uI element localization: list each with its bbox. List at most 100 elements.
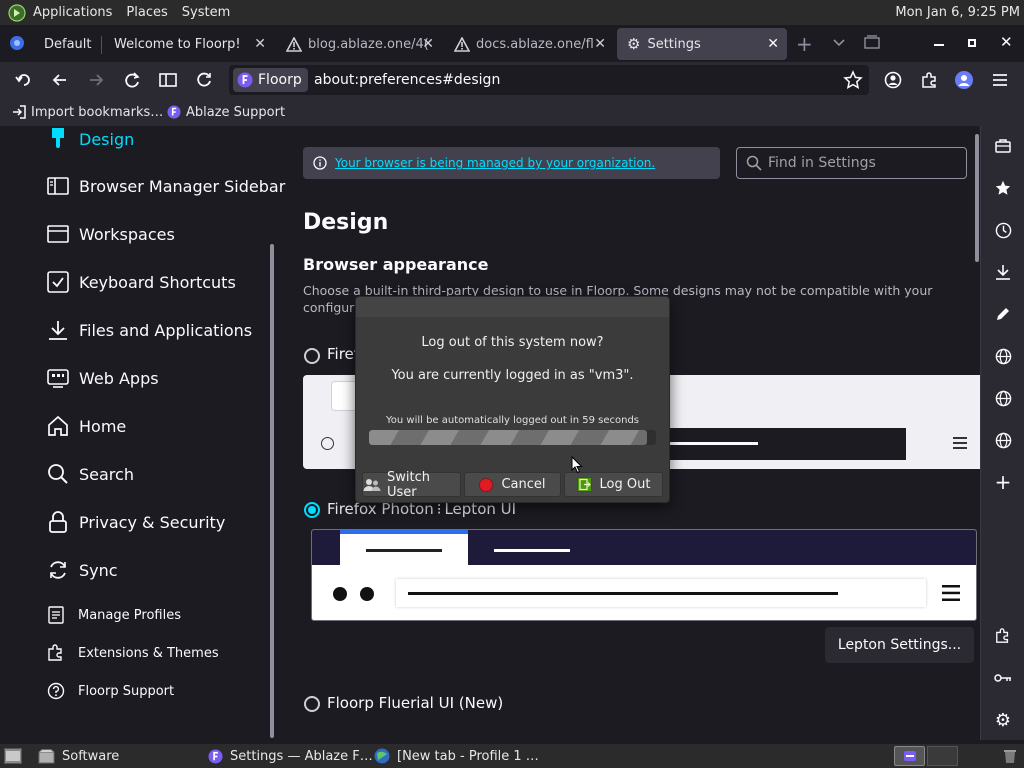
sidebar-item-floorp-support[interactable]: Floorp Support — [46, 681, 174, 701]
sidebar-item-workspaces[interactable]: Workspaces — [46, 222, 175, 246]
account-icon[interactable] — [881, 68, 905, 92]
sidebar-item-web-apps[interactable]: Web Apps — [46, 366, 159, 390]
home-icon — [46, 414, 70, 438]
taskbar-item-label: Settings — Ablaze F… — [230, 748, 373, 764]
sidebar-item-keyboard-shortcuts[interactable]: Keyboard Shortcuts — [46, 270, 236, 294]
window-close-icon[interactable]: ✕ — [1000, 33, 1013, 51]
policies-link[interactable]: Your browser is being managed by your or… — [335, 156, 655, 170]
lepton-settings-button[interactable]: Lepton Settings... — [825, 627, 974, 663]
tab-settings[interactable]: ⚙ Settings ✕ — [617, 28, 787, 60]
tab-blog[interactable]: blog.ablaze.one/4( ✕ — [276, 28, 442, 60]
close-tab-icon[interactable]: ✕ — [254, 36, 266, 52]
places-menu[interactable]: Places — [119, 0, 174, 25]
tab-manager-icon[interactable] — [864, 35, 880, 49]
applications-menu[interactable]: Applications — [0, 0, 119, 25]
floorp-logo-icon — [167, 105, 181, 119]
url-text[interactable]: about:preferences#design — [314, 65, 500, 95]
sidebar-item-browser-manager-sidebar[interactable]: Browser Manager Sidebar — [46, 174, 285, 198]
sidebar-scrollbar[interactable] — [270, 244, 274, 738]
globe-icon[interactable] — [991, 428, 1015, 452]
sidebar-item-home[interactable]: Home — [46, 414, 126, 438]
dialog-titlebar[interactable] — [356, 297, 669, 317]
sidebar-item-design[interactable]: Design — [46, 127, 134, 151]
sidebar-item-manage-profiles[interactable]: Manage Profiles — [46, 605, 181, 625]
design-option-fluerial-radio[interactable] — [304, 696, 320, 712]
panel-clock[interactable]: Mon Jan 6, 9:25 PM — [895, 0, 1020, 25]
extensions-puzzle-icon[interactable] — [917, 68, 941, 92]
sidebar-item-files-and-applications[interactable]: Files and Applications — [46, 318, 252, 342]
workspace-switcher[interactable] — [894, 746, 925, 766]
find-in-settings-input[interactable]: Find in Settings — [736, 147, 967, 179]
sidebar-item-sync[interactable]: Sync — [46, 558, 118, 582]
workspace-empty[interactable] — [927, 746, 958, 766]
bookmark-star-icon[interactable] — [843, 70, 863, 90]
hamburger-menu-icon[interactable] — [988, 68, 1012, 92]
tab-default[interactable]: Default — [34, 28, 100, 60]
floorp-logo-icon — [237, 72, 253, 88]
sidebar-item-label: Home — [79, 416, 127, 436]
globe-icon[interactable] — [991, 386, 1015, 410]
url-bar[interactable]: Floorp about:preferences#design — [229, 65, 869, 95]
system-menu[interactable]: System — [175, 0, 237, 25]
switch-user-button[interactable]: Switch User — [362, 470, 461, 500]
sidebar-item-label: Search — [79, 464, 134, 484]
settings-gear-icon[interactable]: ⚙ — [991, 708, 1015, 732]
undo-close-tab-icon[interactable] — [12, 68, 36, 92]
add-panel-plus-icon[interactable]: + — [991, 470, 1015, 494]
tab-docs[interactable]: docs.ablaze.one/fl ✕ — [444, 28, 614, 60]
log-out-button[interactable]: Log Out — [564, 472, 663, 497]
sidebar-item-extensions-themes[interactable]: Extensions & Themes — [46, 643, 219, 663]
content-scrollbar[interactable] — [975, 134, 979, 262]
profile-avatar-icon[interactable] — [952, 68, 976, 92]
downloads-icon[interactable] — [991, 260, 1015, 284]
window-minimize-icon[interactable] — [934, 44, 944, 46]
logout-dialog: Log out of this system now? You are curr… — [355, 296, 670, 503]
countdown-progress-bar — [369, 430, 656, 445]
bookmark-import[interactable]: Import bookmarks… — [12, 98, 163, 126]
refresh-cycle-icon[interactable] — [120, 68, 144, 92]
reload-icon[interactable] — [192, 68, 216, 92]
download-icon — [46, 318, 70, 342]
sync-icon — [46, 558, 70, 582]
taskbar-item-software[interactable]: Software — [38, 744, 119, 768]
identity-box[interactable]: Floorp — [233, 68, 308, 92]
floorp-tab-menu-icon[interactable] — [9, 35, 25, 51]
forward-arrow-icon[interactable] — [84, 68, 108, 92]
countdown-text: You will be automatically logged out in … — [385, 415, 640, 426]
bookmark-ablaze-support[interactable]: Ablaze Support — [167, 98, 285, 126]
new-tab-plus-icon[interactable]: + — [796, 32, 813, 56]
briefcase-icon[interactable] — [991, 134, 1015, 158]
globe-icon[interactable] — [991, 344, 1015, 368]
warning-icon — [286, 36, 302, 52]
history-clock-icon[interactable] — [991, 218, 1015, 242]
browser-globe-icon — [374, 748, 390, 764]
close-tab-icon[interactable]: ✕ — [594, 36, 606, 52]
preview-tab-line — [494, 549, 570, 552]
trash-icon[interactable] — [1003, 747, 1017, 764]
bookmarks-star-icon[interactable] — [991, 176, 1015, 200]
tab-welcome[interactable]: Welcome to Floorp! ✕ — [104, 28, 274, 60]
design-preview-lepton[interactable] — [311, 529, 977, 621]
window-maximize-icon[interactable] — [968, 39, 976, 47]
design-option-firefox-radio[interactable] — [304, 348, 320, 364]
close-tab-icon[interactable]: ✕ — [422, 36, 434, 52]
profiles-icon — [46, 605, 66, 625]
sidebar-item-privacy-security[interactable]: Privacy & Security — [46, 510, 225, 534]
list-tabs-chevron-down-icon[interactable] — [832, 35, 846, 49]
software-box-icon — [38, 748, 55, 764]
sidebar-item-label: Manage Profiles — [78, 607, 181, 623]
exit-icon — [576, 477, 592, 492]
design-option-lepton-radio[interactable] — [304, 502, 320, 518]
sidebar-toggle-icon[interactable] — [156, 68, 180, 92]
notes-pencil-icon[interactable] — [991, 302, 1015, 326]
key-icon[interactable] — [991, 666, 1015, 690]
taskbar-item-new-tab[interactable]: [New tab - Profile 1 … — [374, 744, 539, 768]
extensions-puzzle-icon[interactable] — [991, 624, 1015, 648]
back-arrow-icon[interactable] — [48, 68, 72, 92]
taskbar-item-floorp-settings[interactable]: Settings — Ablaze F… — [208, 744, 373, 768]
sidebar-item-search[interactable]: Search — [46, 462, 134, 486]
cancel-button[interactable]: Cancel — [464, 472, 561, 497]
preview-url-line — [408, 592, 838, 595]
show-desktop-icon[interactable] — [4, 748, 22, 764]
close-tab-icon[interactable]: ✕ — [767, 36, 779, 52]
